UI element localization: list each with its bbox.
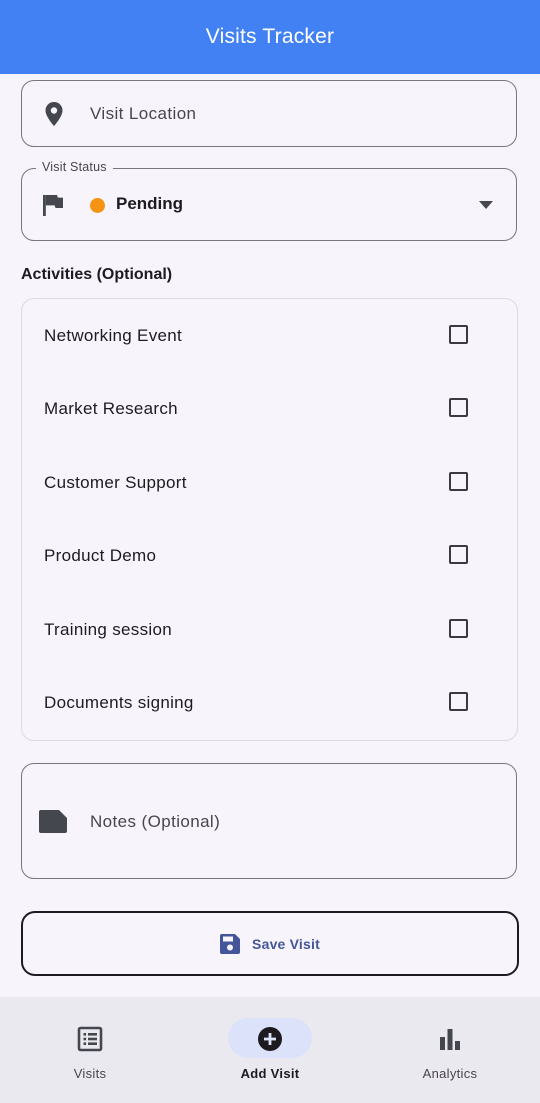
activity-label: Networking Event (44, 326, 183, 345)
nav-label-analytics: Analytics (422, 1066, 478, 1081)
activity-row[interactable]: Documents signing (22, 666, 517, 739)
save-visit-button[interactable]: Save Visit (21, 911, 519, 976)
notes-field[interactable]: Notes (Optional) (21, 763, 517, 879)
activities-title: Activities (Optional) (21, 266, 173, 283)
location-pin-icon (45, 102, 63, 126)
activity-checkbox[interactable] (449, 325, 468, 344)
activity-checkbox[interactable] (449, 545, 468, 564)
activity-checkbox[interactable] (449, 472, 468, 491)
visit-location-field[interactable]: Visit Location (21, 80, 517, 147)
activity-row[interactable]: Networking Event (22, 299, 517, 372)
visit-status-value: Pending (116, 194, 184, 213)
app-bar: Visits Tracker (0, 0, 540, 74)
bottom-navigation: Visits Add Visit Analytics (0, 997, 540, 1103)
activity-checkbox[interactable] (449, 619, 468, 638)
bar-chart-icon (440, 1029, 460, 1050)
nav-item-add-visit[interactable]: Add Visit (180, 997, 360, 1103)
notes-placeholder: Notes (Optional) (90, 812, 221, 831)
nav-label-visits: Visits (73, 1066, 107, 1081)
save-visit-label: Save Visit (252, 935, 320, 952)
activity-checkbox[interactable] (449, 692, 468, 711)
activities-card: Networking Event Market Research Custome… (21, 298, 518, 741)
activity-checkbox[interactable] (449, 398, 468, 417)
activity-label: Documents signing (44, 693, 194, 712)
list-icon (77, 1026, 103, 1052)
dropdown-arrow-icon (479, 201, 493, 209)
add-circle-icon (258, 1027, 282, 1051)
app-title: Visits Tracker (205, 25, 335, 48)
note-icon (39, 810, 67, 833)
visit-status-label: Visit Status (36, 160, 113, 174)
activity-row[interactable]: Customer Support (22, 446, 517, 519)
activity-row[interactable]: Training session (22, 593, 517, 666)
activity-label: Product Demo (44, 546, 157, 565)
nav-item-analytics[interactable]: Analytics (360, 997, 540, 1103)
activity-label: Training session (44, 620, 172, 639)
nav-item-visits[interactable]: Visits (0, 997, 180, 1103)
activity-row[interactable]: Market Research (22, 372, 517, 445)
status-color-dot (90, 198, 105, 213)
activity-label: Market Research (44, 399, 178, 418)
visit-location-placeholder: Visit Location (90, 104, 197, 123)
activity-label: Customer Support (44, 473, 187, 492)
save-icon (220, 933, 241, 954)
visit-status-dropdown[interactable]: Visit Status Pending (21, 160, 517, 241)
flag-icon (43, 195, 63, 216)
activity-row[interactable]: Product Demo (22, 519, 517, 592)
nav-label-add-visit: Add Visit (240, 1066, 300, 1081)
